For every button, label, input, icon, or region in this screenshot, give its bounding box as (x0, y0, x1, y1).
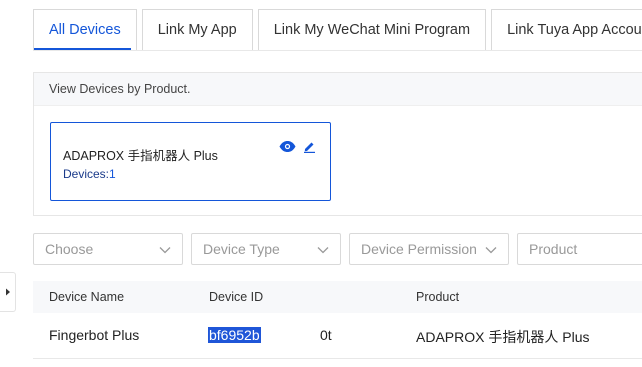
tab-link-tuya-app-account[interactable]: Link Tuya App Account (491, 9, 642, 50)
product-placeholder: Product (529, 241, 578, 257)
eye-icon[interactable] (279, 141, 296, 152)
tab-all-devices[interactable]: All Devices (33, 9, 137, 50)
device-type-select[interactable]: Device Type (191, 233, 341, 265)
table-row[interactable]: Fingerbot Plus bf6952b 0t ADAPROX 手指机器人 … (33, 313, 642, 359)
table-header: Device Name Device ID Product (33, 281, 642, 313)
device-permission-placeholder: Device Permission (361, 241, 477, 257)
device-type-placeholder: Device Type (203, 241, 280, 257)
choose-placeholder: Choose (45, 241, 94, 257)
product-cell: ADAPROX 手指机器人 Plus (416, 329, 590, 345)
chevron-down-icon (317, 241, 329, 257)
column-product: Product (416, 290, 460, 304)
device-id-selected-text[interactable]: bf6952b (208, 327, 261, 343)
panel-header: View Devices by Product. (34, 73, 642, 106)
sidebar-toggle[interactable] (0, 272, 16, 312)
tabs-divider (33, 50, 642, 51)
device-id-rest-text[interactable]: 0t (320, 327, 332, 343)
column-device-id: Device ID (209, 290, 264, 304)
product-name: ADAPROX 手指机器人 Plus (63, 149, 218, 163)
product-select[interactable]: Product (517, 233, 642, 265)
chevron-down-icon (159, 241, 171, 257)
active-tab-indicator (34, 48, 131, 50)
product-card[interactable]: ADAPROX 手指机器人 Plus Devices:1 (50, 122, 331, 201)
product-device-count: Devices:1 (63, 167, 116, 181)
card-actions (279, 140, 316, 153)
product-panel: View Devices by Product. ADAPROX 手指机器人 P… (33, 72, 642, 216)
column-device-name: Device Name (49, 290, 125, 304)
pencil-icon[interactable] (303, 140, 316, 153)
filter-bar: Choose Device Type Device Permission Pro… (33, 233, 642, 265)
tab-link-my-app[interactable]: Link My App (141, 9, 253, 50)
choose-select[interactable]: Choose (33, 233, 183, 265)
chevron-down-icon (485, 241, 497, 257)
devices-count[interactable]: 1 (109, 167, 116, 181)
device-management-page: All Devices Link My App Link My WeChat M… (0, 0, 642, 367)
device-name-cell: Fingerbot Plus (49, 327, 140, 343)
device-tabs: All Devices Link My App Link My WeChat M… (33, 9, 642, 50)
device-permission-select[interactable]: Device Permission (349, 233, 509, 265)
chevron-right-icon (5, 283, 11, 301)
tab-link-wechat-mini-program[interactable]: Link My WeChat Mini Program (257, 9, 487, 50)
devices-label: Devices: (63, 167, 110, 181)
